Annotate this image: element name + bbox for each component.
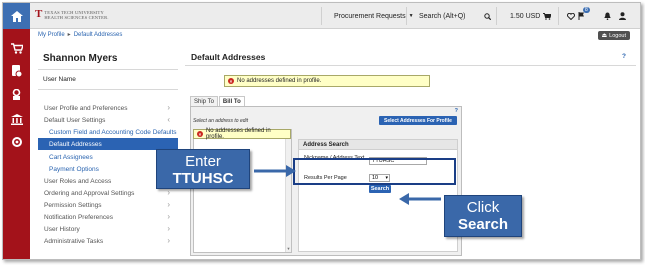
- panel-warning-text: No addresses defined in profile.: [205, 128, 271, 140]
- callout-enter-line2: TTUHSC: [172, 170, 234, 187]
- nav-default-user-settings[interactable]: Default User Settings ‹: [38, 114, 178, 126]
- home-icon: [10, 10, 23, 22]
- main-content: Default Addresses ? × No addresses defin…: [185, 47, 636, 257]
- panel-warning-message: × No addresses defined in profile.: [193, 128, 291, 140]
- notifications-icon[interactable]: [604, 9, 611, 23]
- app-window: T TEXAS TECH UNIVERSITY HEALTH SCIENCES …: [2, 2, 641, 260]
- icon-rail: [3, 3, 30, 259]
- cart-icon[interactable]: [543, 9, 551, 23]
- nav-label: Payment Options: [49, 165, 99, 173]
- scroll-down-icon[interactable]: ▼: [287, 246, 291, 251]
- search-placeholder: Search (Alt+Q): [419, 12, 466, 20]
- action-items-icon[interactable]: 8: [578, 7, 592, 23]
- nav-label: Cart Assignees: [49, 153, 93, 161]
- tab-bill-to[interactable]: Bill To: [218, 96, 245, 106]
- logout-icon: ⏏: [601, 33, 608, 39]
- nav-user-history[interactable]: User History ›: [38, 223, 178, 235]
- logout-label: Logout: [609, 32, 626, 39]
- chevron-right-icon: ›: [167, 103, 170, 112]
- shop-icon[interactable]: [3, 38, 30, 58]
- breadcrumb-my-profile[interactable]: My Profile: [38, 32, 65, 38]
- top-bar: T TEXAS TECH UNIVERSITY HEALTH SCIENCES …: [30, 3, 640, 29]
- tab-ship-to[interactable]: Ship To: [190, 96, 218, 106]
- tab-label: Bill To: [222, 98, 241, 105]
- nav-label: Permission Settings: [44, 201, 102, 209]
- chevron-right-icon: ›: [167, 224, 170, 233]
- callout-click-line1: Click: [466, 199, 500, 216]
- logout-button[interactable]: ⏏ Logout: [597, 31, 630, 40]
- address-search-button[interactable]: Search: [369, 185, 391, 193]
- click-search-callout: Click Search: [444, 195, 522, 237]
- warning-message: × No addresses defined in profile.: [224, 75, 430, 87]
- error-icon: ×: [197, 131, 203, 137]
- nav-label: User Profile and Preferences: [44, 104, 128, 112]
- chevron-right-icon: ›: [167, 200, 170, 209]
- highlight-box: [293, 158, 456, 185]
- setup-icon[interactable]: [3, 132, 30, 152]
- breadcrumb-separator: ▸: [67, 32, 71, 38]
- nav-label: User Roles and Access: [44, 177, 112, 185]
- home-button[interactable]: [3, 3, 30, 29]
- arrow-left-annotation: [399, 193, 441, 205]
- select-addresses-button[interactable]: Select Addresses For Profile: [379, 116, 457, 125]
- tab-label: Ship To: [194, 98, 214, 105]
- notification-badge: 8: [583, 7, 590, 13]
- nav-label: Default User Settings: [44, 116, 106, 124]
- accounts-payable-icon[interactable]: [3, 109, 30, 129]
- caret-down-icon: ▼: [408, 13, 414, 19]
- error-icon: ×: [228, 78, 234, 84]
- chevron-right-icon: ›: [167, 236, 170, 245]
- nav-notification-preferences[interactable]: Notification Preferences ›: [38, 211, 178, 223]
- nav-label: Notification Preferences: [44, 213, 114, 221]
- contracts-icon[interactable]: [3, 85, 30, 105]
- nav-permission-settings[interactable]: Permission Settings ›: [38, 199, 178, 211]
- user-icon[interactable]: [619, 9, 626, 23]
- address-search-title: Address Search: [299, 140, 457, 150]
- enter-ttuhsc-callout: Enter TTUHSC: [156, 149, 250, 189]
- user-name-label: User Name: [43, 76, 76, 83]
- nav-custom-field-defaults[interactable]: Custom Field and Accounting Code Default…: [38, 126, 178, 138]
- nav-label: Ordering and Approval Settings: [44, 189, 135, 197]
- favorites-icon[interactable]: [567, 9, 575, 23]
- search-field[interactable]: Search (Alt+Q): [419, 9, 466, 23]
- address-tabs: Ship To Bill To: [190, 96, 245, 106]
- cart-total[interactable]: 1.50 USD: [510, 9, 540, 23]
- search-icon[interactable]: [484, 9, 491, 23]
- procurement-requests-menu[interactable]: Procurement Requests ▼: [334, 9, 414, 23]
- university-logo[interactable]: T TEXAS TECH UNIVERSITY HEALTH SCIENCES …: [35, 8, 109, 21]
- nav-label: User History: [44, 225, 80, 233]
- logo-mark: T: [35, 8, 43, 20]
- callout-click-line2: Search: [457, 216, 509, 233]
- orders-icon[interactable]: [3, 61, 30, 81]
- page-title: Default Addresses: [191, 52, 266, 62]
- callout-enter-line1: Enter: [185, 153, 221, 170]
- panel-help-icon[interactable]: ?: [455, 108, 458, 114]
- chevron-right-icon: ›: [167, 212, 170, 221]
- procurement-label: Procurement Requests: [334, 12, 406, 20]
- scrollbar[interactable]: ▼: [285, 130, 291, 252]
- warning-text: No addresses defined in profile.: [237, 78, 322, 84]
- cart-amount: 1.50 USD: [510, 12, 541, 20]
- address-list[interactable]: ▼: [193, 129, 292, 253]
- breadcrumb: My Profile ▸ Default Addresses: [38, 31, 123, 39]
- nav-label: Custom Field and Accounting Code Default…: [49, 128, 177, 136]
- logo-line-2: HEALTH SCIENCES CENTER.: [44, 15, 109, 20]
- nav-user-profile-and-preferences[interactable]: User Profile and Preferences ›: [38, 102, 178, 114]
- select-address-prompt: Select an address to edit: [193, 118, 249, 124]
- arrow-right-annotation: [254, 165, 296, 177]
- help-icon[interactable]: ?: [622, 53, 626, 60]
- user-full-name: Shannon Myers: [43, 53, 118, 64]
- breadcrumb-default-addresses[interactable]: Default Addresses: [74, 32, 123, 38]
- nav-administrative-tasks[interactable]: Administrative Tasks ›: [38, 235, 178, 247]
- nav-label: Administrative Tasks: [44, 237, 104, 245]
- chevron-down-icon: ‹: [167, 115, 170, 124]
- nav-label: Default Addresses: [49, 140, 102, 148]
- chevron-right-icon: ›: [167, 188, 170, 197]
